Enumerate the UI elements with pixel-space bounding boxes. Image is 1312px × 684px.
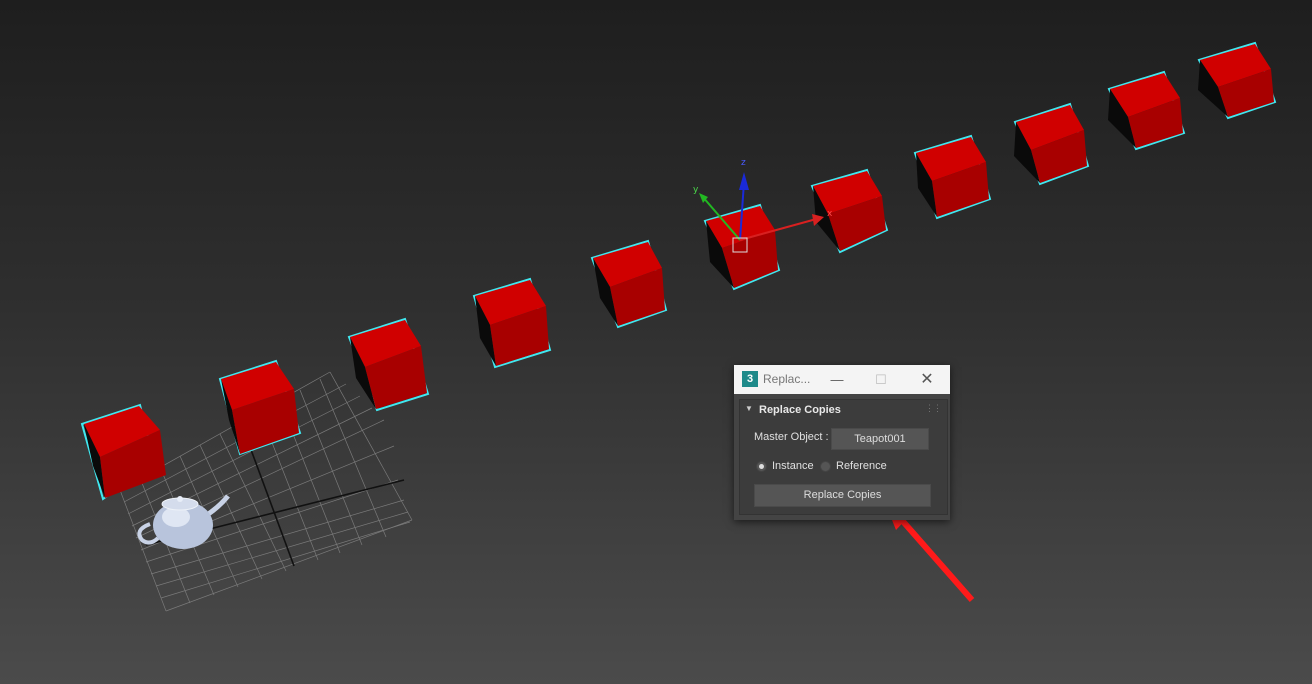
box-object[interactable]	[590, 239, 668, 329]
replace-copies-button[interactable]: Replace Copies	[754, 484, 931, 507]
instance-radio[interactable]	[756, 461, 767, 472]
box-object[interactable]	[1197, 41, 1277, 120]
box-object[interactable]	[810, 168, 889, 254]
dialog-titlebar[interactable]: 3 Replac... — ☐ ✕	[734, 365, 950, 394]
teapot-object[interactable]	[137, 494, 230, 549]
3dsmax-app-icon: 3	[742, 371, 758, 387]
instance-label[interactable]: Instance	[772, 460, 814, 472]
window-title: Replac...	[763, 372, 811, 386]
master-object-label: Master Object :	[754, 431, 829, 443]
replace-copies-dialog: 3 Replac... — ☐ ✕ ▼ Replace Copies ⋮⋮ Ma…	[734, 365, 950, 520]
rollout-title: Replace Copies	[759, 404, 841, 416]
gizmo-x-label: x	[827, 209, 833, 219]
box-object[interactable]	[80, 403, 166, 501]
replace-copies-rollout: ▼ Replace Copies ⋮⋮ Master Object : Teap…	[739, 399, 948, 515]
gizmo-z-label: z	[741, 158, 746, 168]
rollout-header[interactable]: ▼ Replace Copies ⋮⋮	[740, 400, 947, 420]
box-object[interactable]	[1013, 102, 1090, 186]
close-icon[interactable]: ✕	[912, 365, 942, 394]
3d-viewport[interactable]: z y x	[0, 0, 1312, 684]
z-axis-arrow-icon[interactable]	[739, 172, 749, 190]
box-object[interactable]	[1107, 70, 1186, 151]
box-object[interactable]	[347, 317, 430, 412]
minimize-icon[interactable]: —	[822, 365, 852, 394]
reference-label[interactable]: Reference	[836, 460, 887, 472]
collapse-triangle-icon[interactable]: ▼	[745, 404, 753, 413]
box-object[interactable]	[472, 277, 552, 369]
grip-icon[interactable]: ⋮⋮	[925, 403, 942, 414]
box-copies	[80, 41, 1277, 501]
gizmo-y-label: y	[693, 185, 699, 195]
box-object[interactable]	[218, 359, 302, 456]
reference-radio[interactable]	[820, 461, 831, 472]
maximize-icon[interactable]: ☐	[866, 365, 896, 394]
master-object-picker-button[interactable]: Teapot001	[831, 428, 929, 450]
box-object[interactable]	[913, 134, 992, 220]
